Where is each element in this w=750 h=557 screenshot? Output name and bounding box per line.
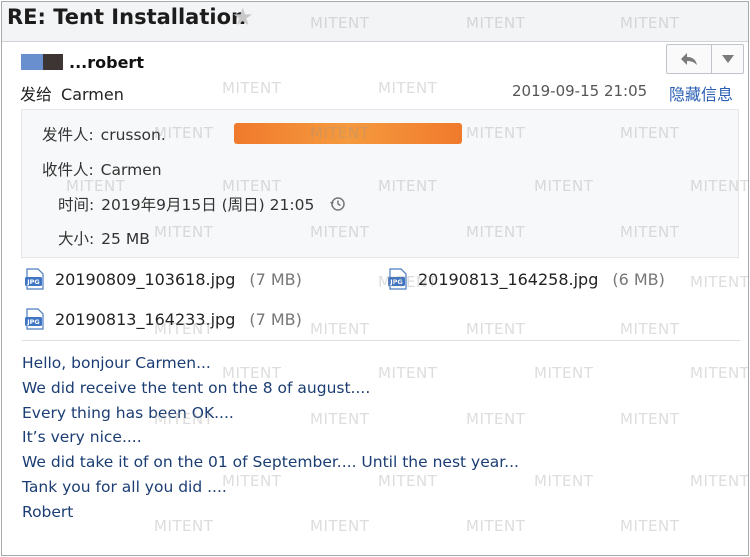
attachment-size: (7 MB) — [249, 269, 302, 289]
from-value: crusson. — [100, 126, 166, 144]
body-line: Tank you for all you did .... — [22, 477, 227, 496]
watermark: MITENT — [534, 472, 594, 490]
recipient-value: Carmen — [100, 161, 162, 179]
jpg-file-icon: JPG — [25, 268, 44, 290]
body-line: Hello, bonjour Carmen... — [22, 354, 211, 372]
attachment-item[interactable]: JPG 20190813_164233.jpg (7 MB) — [24, 308, 302, 330]
body-line: It’s very nice.... — [22, 428, 142, 447]
size-label: 大小: — [58, 230, 95, 248]
body-line: We did take it of on the 01 of September… — [22, 453, 519, 472]
sender-name: ...robert — [69, 52, 144, 72]
watermark: MITENT — [690, 472, 750, 490]
svg-text:JPG: JPG — [389, 278, 403, 286]
detail-size: 大小: 25 MB — [58, 227, 150, 249]
watermark: MITENT — [620, 517, 680, 535]
reply-button[interactable] — [667, 45, 713, 73]
time-value: 2019年9月15日 (周日) 21:05 — [101, 196, 315, 214]
sender-avatar-redacted — [21, 54, 63, 70]
from-label: 发件人: — [42, 126, 94, 144]
attachment-item[interactable]: JPG 20190813_164258.jpg (6 MB) — [387, 268, 665, 290]
email-date: 2019-09-15 21:05 — [512, 82, 648, 100]
body-line: Every thing has been OK.... — [22, 403, 234, 422]
reply-icon — [681, 53, 698, 65]
attachment-size: (7 MB) — [249, 309, 302, 329]
detail-to: 收件人: Carmen — [42, 158, 162, 180]
chevron-down-icon — [721, 55, 734, 63]
email-details-panel: 发件人: crusson. 收件人: Carmen 时间: 2019年9月15日… — [21, 109, 739, 258]
watermark: MITENT — [620, 410, 680, 428]
recipient-label: 收件人: — [42, 161, 94, 179]
attachment-name: 20190809_103618.jpg — [55, 269, 236, 289]
jpg-file-icon: JPG — [388, 268, 407, 290]
email-body: Hello, bonjour Carmen... We did receive … — [22, 351, 519, 525]
reply-button-group — [666, 44, 744, 74]
more-options-button[interactable] — [712, 45, 743, 73]
recipient-row: 发给 Carmen — [20, 81, 124, 105]
to-label: 发给 — [20, 85, 53, 104]
detail-from: 发件人: crusson. — [42, 123, 166, 145]
history-icon[interactable] — [329, 196, 346, 212]
body-line: We did receive the tent on the 8 of augu… — [22, 378, 371, 397]
time-label: 时间: — [58, 196, 95, 214]
attachments-list: JPG 20190809_103618.jpg (7 MB) JPG 20190… — [24, 268, 740, 336]
attachment-name: 20190813_164258.jpg — [418, 269, 599, 289]
to-name: Carmen — [61, 85, 124, 104]
size-value: 25 MB — [101, 230, 150, 248]
body-line: Robert — [22, 502, 74, 521]
subject-bar: RE: Tent Installation ★ — [2, 2, 748, 42]
attachment-name: 20190813_164233.jpg — [55, 309, 236, 329]
sender-row: ...robert — [21, 52, 144, 72]
svg-text:JPG: JPG — [26, 318, 40, 326]
star-icon[interactable]: ★ — [232, 3, 254, 31]
hide-info-link[interactable]: 隐藏信息 — [669, 81, 733, 105]
redacted-email-address — [234, 123, 462, 144]
jpg-file-icon: JPG — [25, 308, 44, 330]
watermark: MITENT — [690, 364, 750, 382]
watermark: MITENT — [534, 364, 594, 382]
email-subject: RE: Tent Installation — [7, 5, 246, 29]
watermark: MITENT — [378, 79, 438, 97]
email-window: RE: Tent Installation ★ ...robert 发给 Carm… — [1, 1, 749, 556]
svg-text:JPG: JPG — [26, 278, 40, 286]
attachment-size: (6 MB) — [612, 269, 665, 289]
watermark: MITENT — [222, 79, 282, 97]
attachment-item[interactable]: JPG 20190809_103618.jpg (7 MB) — [24, 268, 302, 290]
divider — [22, 340, 740, 341]
detail-time: 时间: 2019年9月15日 (周日) 21:05 — [58, 193, 346, 215]
